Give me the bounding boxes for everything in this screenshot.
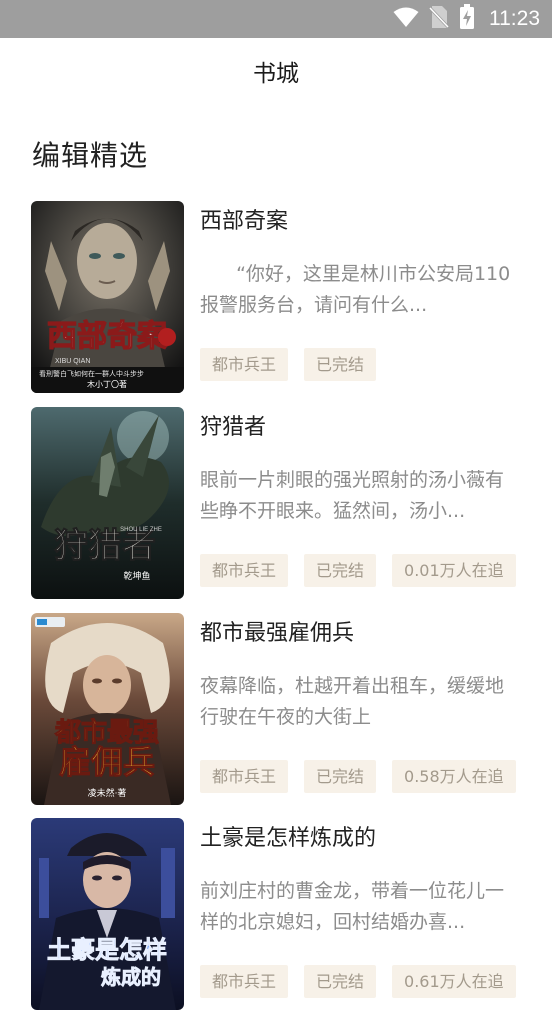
tag-status[interactable]: 已完结: [304, 965, 377, 998]
cover-title-line2: 炼成的: [101, 965, 161, 989]
tag-followers[interactable]: 0.01万人在追: [392, 554, 516, 587]
tag-followers[interactable]: 0.61万人在追: [392, 965, 516, 998]
wifi-icon: [393, 6, 419, 32]
book-tags: 都市兵王 已完结 0.01万人在追: [200, 554, 516, 587]
book-title[interactable]: 都市最强雇佣兵: [200, 615, 354, 647]
book-tags: 都市兵王 已完结: [200, 348, 377, 381]
book-item-4[interactable]: 土豪是怎样 炼成的 土豪是怎样炼成的 前刘庄村的曹金龙，带着一位花儿一样的北京媳…: [0, 818, 552, 1010]
cover-title-line2: 雇佣兵: [59, 743, 155, 781]
book-description: 眼前一片刺眼的强光照射的汤小薇有些睁不开眼来。猛然间，汤小...: [200, 469, 505, 522]
book-description: 夜幕降临，杜越开着出租车，缓缓地行驶在午夜的大街上: [200, 675, 505, 728]
book-description: 前刘庄村的曹金龙，带着一位花儿一样的北京媳妇，回村结婚办喜...: [200, 880, 505, 933]
cover-author: 木小丁〇著: [87, 379, 127, 389]
tag-status[interactable]: 已完结: [304, 348, 377, 381]
battery-charging-icon: [459, 4, 475, 34]
book-tags: 都市兵王 已完结 0.61万人在追: [200, 965, 516, 998]
book-title[interactable]: 土豪是怎样炼成的: [200, 820, 376, 852]
book-cover[interactable]: 都市最强 雇佣兵 凌未然·著: [31, 613, 184, 805]
book-description: “你好，这里是林川市公安局110报警服务台，请问有什么...: [200, 263, 511, 316]
status-bar: 11:23: [0, 0, 552, 38]
cover-tagline: 看刑警白飞如何在一群人中斗步步: [39, 369, 144, 378]
tag-status[interactable]: 已完结: [304, 554, 377, 587]
cover-pinyin: SHOU LIE ZHE: [120, 527, 162, 533]
no-sim-icon: [428, 5, 450, 33]
tag-followers[interactable]: 0.58万人在追: [392, 760, 516, 793]
cover-title-line1: 土豪是怎样: [47, 935, 167, 964]
book-title[interactable]: 西部奇案: [200, 203, 288, 235]
page-title: 书城: [253, 61, 299, 87]
tag-category[interactable]: 都市兵王: [200, 554, 289, 587]
cover-author: 凌未然·著: [88, 787, 127, 799]
cover-title: 西部奇案: [47, 319, 168, 354]
cover-pinyin: XIBU QIAN: [55, 358, 90, 365]
book-cover[interactable]: 土豪是怎样 炼成的: [31, 818, 184, 1010]
tag-category[interactable]: 都市兵王: [200, 760, 289, 793]
section-title: 编辑精选: [32, 139, 149, 172]
book-item-1[interactable]: 西部奇案 XIBU QIAN 看刑警白飞如何在一群人中斗步步 木小丁〇著 西部奇…: [0, 201, 552, 393]
book-cover[interactable]: 西部奇案 XIBU QIAN 看刑警白飞如何在一群人中斗步步 木小丁〇著: [31, 201, 184, 393]
app-header: 书城: [0, 38, 552, 104]
status-icons: 11:23: [393, 0, 540, 38]
tag-category[interactable]: 都市兵王: [200, 348, 289, 381]
tag-category[interactable]: 都市兵王: [200, 965, 289, 998]
book-item-2[interactable]: 狩猎者 SHOU LIE ZHE 乾坤鱼 狩猎者 眼前一片刺眼的强光照射的汤小薇…: [0, 407, 552, 599]
book-title[interactable]: 狩猎者: [200, 409, 266, 441]
book-tags: 都市兵王 已完结 0.58万人在追: [200, 760, 516, 793]
tag-status[interactable]: 已完结: [304, 760, 377, 793]
book-item-3[interactable]: 都市最强 雇佣兵 凌未然·著 都市最强雇佣兵 夜幕降临，杜越开着出租车，缓缓地行…: [0, 613, 552, 805]
cover-author: 乾坤鱼: [123, 570, 150, 582]
status-time: 11:23: [489, 7, 540, 30]
book-cover[interactable]: 狩猎者 SHOU LIE ZHE 乾坤鱼: [31, 407, 184, 599]
